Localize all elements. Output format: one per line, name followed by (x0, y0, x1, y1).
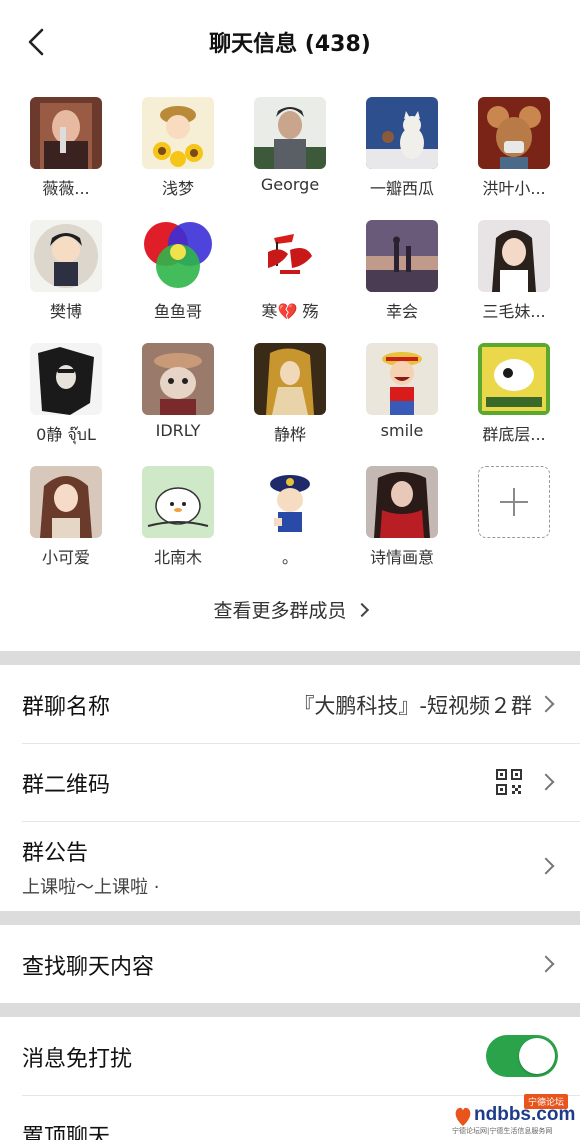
member-name: IDRLY (155, 421, 201, 440)
group-name-label: 群聊名称 (22, 695, 111, 720)
chevron-right-icon (354, 602, 369, 618)
color-circles-icon (142, 220, 214, 292)
chevron-right-icon (537, 773, 555, 791)
group-notice-row[interactable]: 群公告 上课啦～上课啦 · (0, 821, 580, 911)
member-item[interactable]: 樊博 (10, 220, 122, 322)
group-qr-label: 群二维码 (22, 773, 111, 798)
member-name: 0静 จุ๊บL (36, 425, 96, 444)
member-grid: 薇薇... 浅梦 George 一瓣西瓜 洪叶小... 樊博 鱼鱼哥 寒💔 殇 … (0, 84, 580, 651)
member-name: 群底层... (482, 425, 546, 444)
group-notice-preview: 上课啦～上课啦 · (22, 877, 160, 898)
member-name: George (260, 175, 320, 194)
group-qr-row[interactable]: 群二维码 (0, 743, 580, 821)
member-item[interactable]: 三毛妹... (458, 220, 570, 322)
member-name: smile (380, 421, 424, 440)
section-divider (0, 651, 580, 665)
member-item[interactable]: 。 (234, 466, 346, 568)
member-item[interactable]: 鱼鱼哥 (122, 220, 234, 322)
member-item[interactable]: 薇薇... (10, 97, 122, 199)
aries-cartoon-icon (478, 343, 550, 415)
girl-portrait-icon (30, 466, 102, 538)
member-name: 幸会 (385, 302, 418, 321)
group-name-value: 『大鹏科技』-短视频２群 (293, 694, 532, 718)
member-name: 诗情画意 (369, 548, 434, 567)
chibi-warrior-icon (30, 220, 102, 292)
view-more-members-label: 查看更多群成员 (213, 600, 347, 622)
chevron-right-icon (537, 955, 555, 973)
search-chat-row[interactable]: 查找聊天内容 (0, 925, 580, 1003)
girl-selfie-icon (478, 220, 550, 292)
portrait-photo-icon (30, 97, 102, 169)
group-name-row[interactable]: 群聊名称 『大鹏科技』-短视频２群 (0, 665, 580, 743)
member-item[interactable]: 诗情画意 (346, 466, 458, 568)
cat-in-hat-icon (142, 343, 214, 415)
member-name: 洪叶小... (482, 179, 546, 198)
mouse-cartoon-icon (478, 97, 550, 169)
member-item[interactable]: 浅梦 (122, 97, 234, 199)
watermark-logo-icon (455, 1107, 471, 1126)
dark-anime-icon (30, 343, 102, 415)
add-member-button[interactable] (478, 466, 550, 538)
view-more-members-link[interactable]: 查看更多群成员 (0, 596, 580, 623)
mute-row: 消息免打扰 (0, 1017, 580, 1095)
member-item[interactable]: 北南木 (122, 466, 234, 568)
fairy-painting-icon (254, 343, 326, 415)
member-item[interactable]: 静桦 (234, 343, 346, 445)
member-name: 浅梦 (161, 179, 194, 198)
watermark-badge: 宁德论坛 (523, 1094, 568, 1109)
page-title: 聊天信息 (438) (209, 32, 371, 57)
red-calligraphy-icon (254, 220, 326, 292)
member-name: 静桦 (273, 425, 306, 444)
group-notice-label: 群公告 (22, 841, 89, 866)
man-portrait-icon (254, 97, 326, 169)
sunflower-girl-icon (142, 97, 214, 169)
header: 聊天信息 (438) (0, 0, 580, 84)
cat-icon (366, 97, 438, 169)
chevron-right-icon (537, 695, 555, 713)
cartoon-chick-icon (142, 466, 214, 538)
section-divider (0, 911, 580, 925)
member-name: 。 (281, 548, 298, 567)
member-item[interactable]: 洪叶小... (458, 97, 570, 199)
woman-red-scarf-icon (366, 466, 438, 538)
member-item[interactable]: 寒💔 殇 (234, 220, 346, 322)
sunset-silhouette-icon (366, 220, 438, 292)
member-item[interactable]: 一瓣西瓜 (346, 97, 458, 199)
member-item[interactable]: IDRLY (122, 343, 234, 440)
member-item[interactable]: 幸会 (346, 220, 458, 322)
member-item[interactable]: 0静 จุ๊บL (10, 343, 122, 448)
member-item[interactable]: George (234, 97, 346, 194)
watermark: ndbbs.com 宁德论坛 宁德论坛网|宁德生活信息服务网 (452, 1094, 575, 1136)
luffy-icon (366, 343, 438, 415)
member-item[interactable]: smile (346, 343, 458, 440)
member-name: 薇薇... (42, 179, 90, 198)
mute-label: 消息免打扰 (22, 1047, 133, 1072)
section-divider (0, 1003, 580, 1017)
pin-label: 置顶聊天 (22, 1125, 111, 1140)
add-member-item[interactable] (458, 466, 570, 538)
member-item[interactable]: 小可爱 (10, 466, 122, 568)
member-name: 鱼鱼哥 (153, 302, 202, 321)
chat-info-screen: 聊天信息 (438) 薇薇... 浅梦 George 一瓣西瓜 洪叶小... 樊… (0, 0, 580, 1140)
member-name: 一瓣西瓜 (369, 179, 434, 198)
cartoon-boy-icon (254, 466, 326, 538)
member-name: 三毛妹... (482, 302, 546, 321)
member-name: 樊博 (49, 302, 82, 321)
search-chat-label: 查找聊天内容 (22, 955, 155, 980)
member-item[interactable]: 群底层... (458, 343, 570, 445)
member-name: 寒💔 殇 (261, 302, 319, 321)
watermark-subtext: 宁德论坛网|宁德生活信息服务网 (452, 1127, 553, 1135)
chevron-right-icon (537, 857, 555, 875)
member-name: 北南木 (153, 548, 202, 567)
mute-toggle[interactable] (486, 1035, 558, 1077)
member-name: 小可爱 (41, 548, 90, 567)
qr-code-icon (496, 769, 522, 795)
